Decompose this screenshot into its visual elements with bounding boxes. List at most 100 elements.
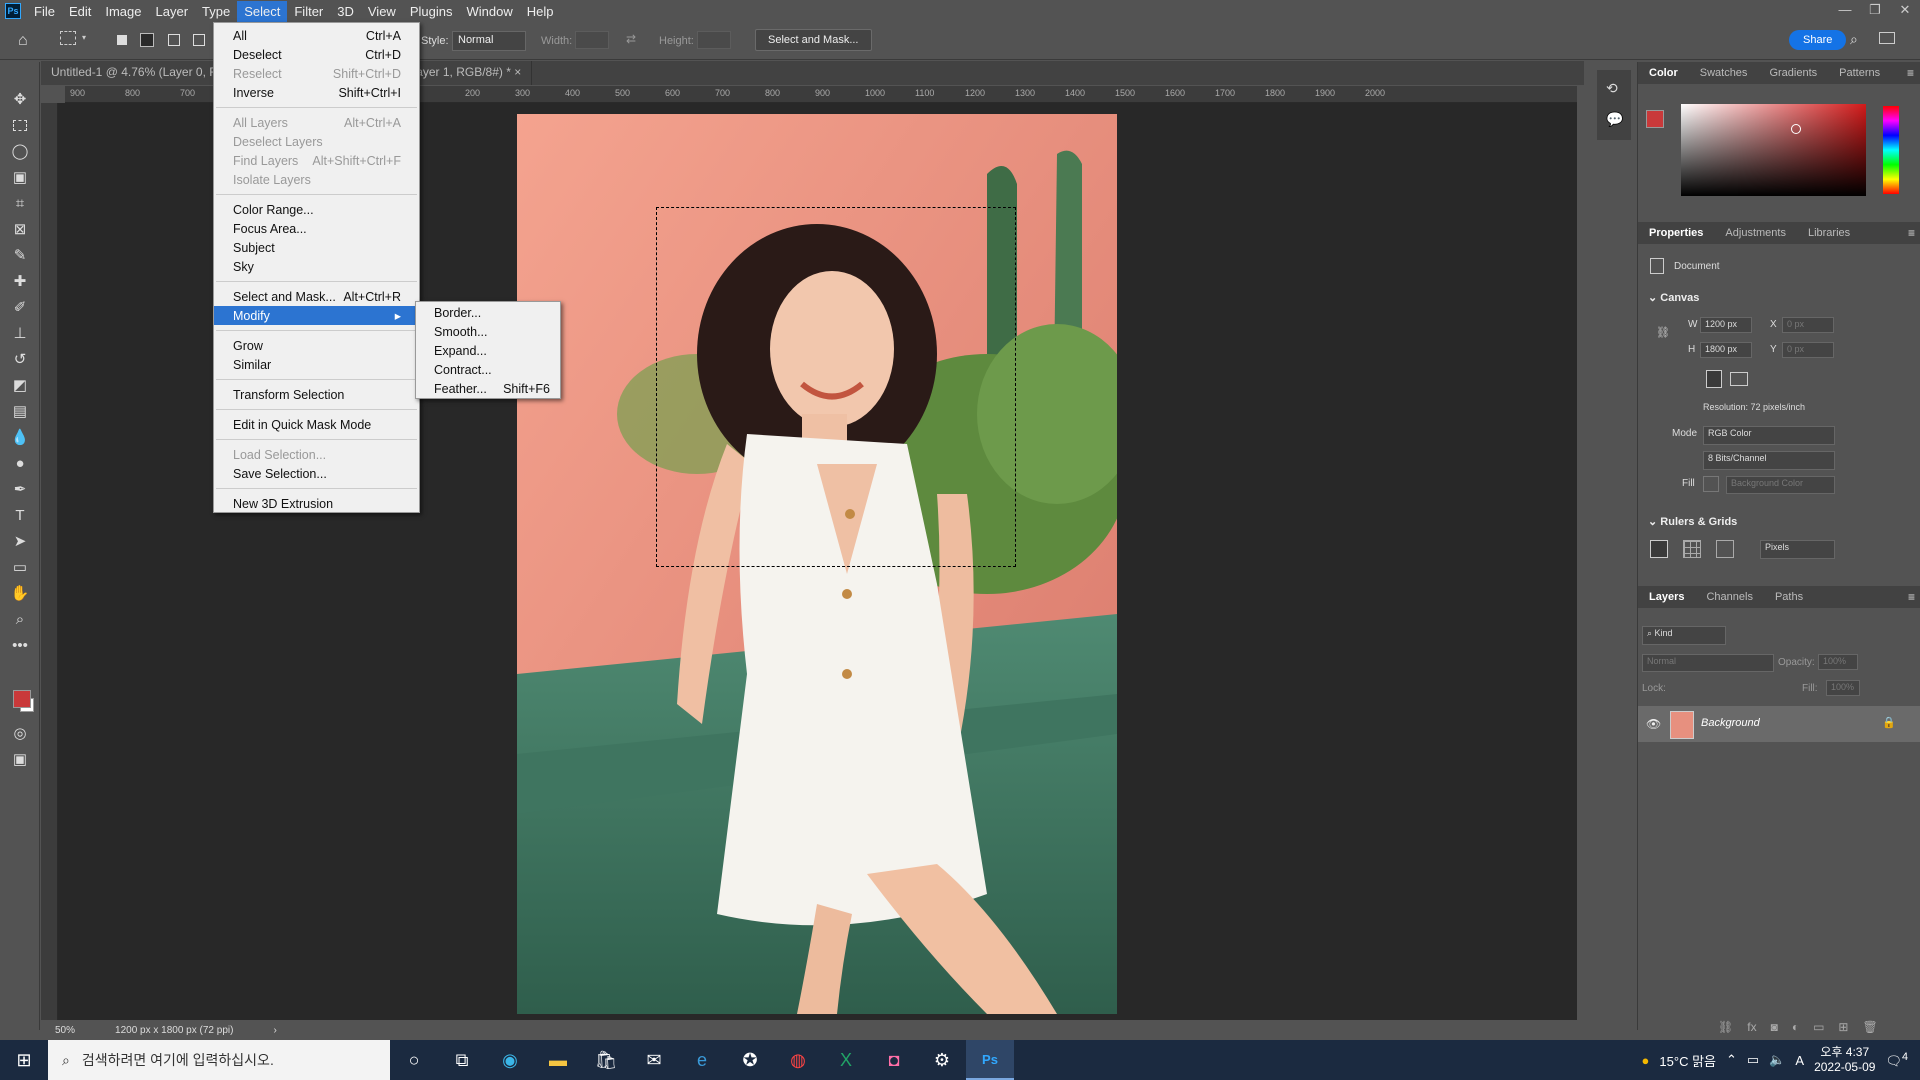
fill-swatch[interactable]: [1703, 476, 1719, 492]
panel-tab-layers[interactable]: Layers: [1638, 587, 1695, 607]
panel-tab-swatches[interactable]: Swatches: [1689, 63, 1759, 83]
x-field[interactable]: 0 px: [1782, 317, 1834, 333]
close-icon[interactable]: ✕: [1890, 0, 1920, 22]
edge-icon[interactable]: ◉: [486, 1040, 534, 1080]
rulers-grids-section-header[interactable]: ⌄ Rulers & Grids: [1648, 515, 1737, 528]
menu-image[interactable]: Image: [98, 1, 148, 22]
color-picker-cursor[interactable]: [1791, 124, 1801, 134]
trash-icon[interactable]: 🗑: [1862, 1020, 1877, 1034]
screen-mode-icon[interactable]: ▣: [0, 746, 40, 772]
new-group-icon[interactable]: ▭: [1813, 1020, 1824, 1034]
menu-view[interactable]: View: [361, 1, 403, 22]
move-tool-icon[interactable]: ✥: [0, 86, 40, 112]
hue-slider[interactable]: [1883, 106, 1899, 194]
comments-icon[interactable]: 💬: [1597, 107, 1631, 132]
weather-text[interactable]: 15°C 맑음: [1659, 1051, 1716, 1070]
history-brush-tool-icon[interactable]: ↺: [0, 346, 40, 372]
tab-close-icon[interactable]: ×: [511, 65, 521, 79]
submenu-item-contract[interactable]: Contract...: [416, 360, 560, 379]
link-icon[interactable]: ⛓: [1656, 326, 1670, 339]
menu-layer[interactable]: Layer: [149, 1, 196, 22]
fill-select[interactable]: Background Color: [1726, 476, 1835, 494]
subtract-selection-icon[interactable]: [168, 34, 180, 46]
style-select[interactable]: Normal: [452, 31, 526, 51]
lasso-tool-icon[interactable]: ◯: [0, 138, 40, 164]
document-tab[interactable]: Untitled-1 @ 4.76% (Layer 0, R ×: [41, 61, 240, 85]
panel-menu-icon[interactable]: ≡: [1908, 590, 1920, 604]
swap-icon[interactable]: ⇄: [626, 32, 636, 46]
add-mask-icon[interactable]: ◙: [1771, 1020, 1778, 1034]
home-icon[interactable]: ⌂: [18, 32, 28, 50]
lock-icon[interactable]: 🔒: [1882, 716, 1896, 729]
submenu-item-smooth[interactable]: Smooth...: [416, 322, 560, 341]
frame-tool-icon[interactable]: ⊠: [0, 216, 40, 242]
chevron-up-icon[interactable]: ⌃: [1726, 1052, 1737, 1068]
menu-item-modify[interactable]: Modify ▸: [214, 306, 419, 325]
internet-explorer-icon[interactable]: e: [678, 1040, 726, 1080]
menu-3d[interactable]: 3D: [330, 1, 361, 22]
history-icon[interactable]: ⟲: [1597, 70, 1631, 107]
eraser-tool-icon[interactable]: ◩: [0, 372, 40, 398]
volume-icon[interactable]: 🔈: [1769, 1052, 1785, 1068]
menu-item-inverse[interactable]: Inverse Shift+Ctrl+I: [214, 83, 419, 102]
workspace-icon[interactable]: [1879, 32, 1895, 44]
brush-tool-icon[interactable]: ✐: [0, 294, 40, 320]
menu-item-edit-in-quick-mask-mode[interactable]: Edit in Quick Mask Mode: [214, 415, 419, 434]
rectangular-marquee-tool-icon[interactable]: [0, 112, 40, 138]
menu-type[interactable]: Type: [195, 1, 237, 22]
panel-tab-libraries[interactable]: Libraries: [1797, 223, 1861, 243]
file-explorer-icon[interactable]: ▬: [534, 1040, 582, 1080]
foreground-color-swatch[interactable]: [13, 690, 31, 708]
bit-depth-select[interactable]: 8 Bits/Channel: [1703, 451, 1835, 470]
menu-help[interactable]: Help: [520, 1, 561, 22]
y-field[interactable]: 0 px: [1782, 342, 1834, 358]
width-field[interactable]: 1200 px: [1700, 317, 1752, 333]
zoom-level[interactable]: 50%: [55, 1025, 75, 1036]
panel-menu-icon[interactable]: ≡: [1907, 66, 1920, 80]
search-icon[interactable]: ⌕: [1850, 31, 1858, 48]
marquee-preset-icon[interactable]: [60, 31, 76, 45]
new-layer-icon[interactable]: ⊞: [1838, 1020, 1848, 1034]
more-tools-icon[interactable]: •••: [0, 632, 40, 658]
width-input[interactable]: [575, 31, 609, 49]
menu-select[interactable]: Select: [237, 0, 288, 22]
rectangle-tool-icon[interactable]: ▭: [0, 554, 40, 580]
menu-item-deselect[interactable]: Deselect Ctrl+D: [214, 45, 419, 64]
grid-toggle-icon[interactable]: [1683, 540, 1701, 558]
type-tool-icon[interactable]: T: [0, 502, 40, 528]
height-field[interactable]: 1800 px: [1700, 342, 1752, 358]
object-selection-tool-icon[interactable]: ▣: [0, 164, 40, 190]
chevron-right-icon[interactable]: ›: [273, 1025, 276, 1036]
clone-stamp-tool-icon[interactable]: ⊥: [0, 320, 40, 346]
taskbar-search[interactable]: ⌕ 검색하려면 여기에 입력하십시오.: [48, 1040, 390, 1080]
submenu-item-feather[interactable]: Feather... Shift+F6: [416, 379, 560, 398]
cortana-icon[interactable]: ○: [390, 1040, 438, 1080]
adjustment-layer-icon[interactable]: ◐: [1792, 1020, 1799, 1034]
menu-plugins[interactable]: Plugins: [403, 1, 460, 22]
submenu-item-border[interactable]: Border...: [416, 303, 560, 322]
menu-item-select-and-mask[interactable]: Select and Mask... Alt+Ctrl+R: [214, 287, 419, 306]
restore-icon[interactable]: ❐: [1860, 0, 1890, 22]
menu-item-all[interactable]: All Ctrl+A: [214, 26, 419, 45]
panel-tab-paths[interactable]: Paths: [1764, 587, 1814, 607]
menu-item-grow[interactable]: Grow: [214, 336, 419, 355]
panel-tab-gradients[interactable]: Gradients: [1758, 63, 1828, 83]
menu-item-transform-selection[interactable]: Transform Selection: [214, 385, 419, 404]
camera-app-icon[interactable]: ◘: [870, 1040, 918, 1080]
panel-tab-channels[interactable]: Channels: [1695, 587, 1763, 607]
hand-tool-icon[interactable]: ✋: [0, 580, 40, 606]
healing-brush-tool-icon[interactable]: ✚: [0, 268, 40, 294]
height-input[interactable]: [697, 31, 731, 49]
store-icon[interactable]: 🛍: [582, 1040, 630, 1080]
mail-icon[interactable]: ✉: [630, 1040, 678, 1080]
task-view-icon[interactable]: ⧉: [438, 1040, 486, 1080]
gradient-tool-icon[interactable]: ▤: [0, 398, 40, 424]
path-selection-tool-icon[interactable]: ➤: [0, 528, 40, 554]
panel-menu-icon[interactable]: ≡: [1908, 226, 1920, 240]
crop-tool-icon[interactable]: ⌗: [0, 190, 40, 216]
dodge-tool-icon[interactable]: ●: [0, 450, 40, 476]
eye-icon[interactable]: 👁: [1646, 717, 1661, 731]
menu-file[interactable]: File: [27, 1, 62, 22]
layer-row[interactable]: 👁 Background 🔒: [1638, 706, 1920, 742]
menu-item-save-selection[interactable]: Save Selection...: [214, 464, 419, 483]
